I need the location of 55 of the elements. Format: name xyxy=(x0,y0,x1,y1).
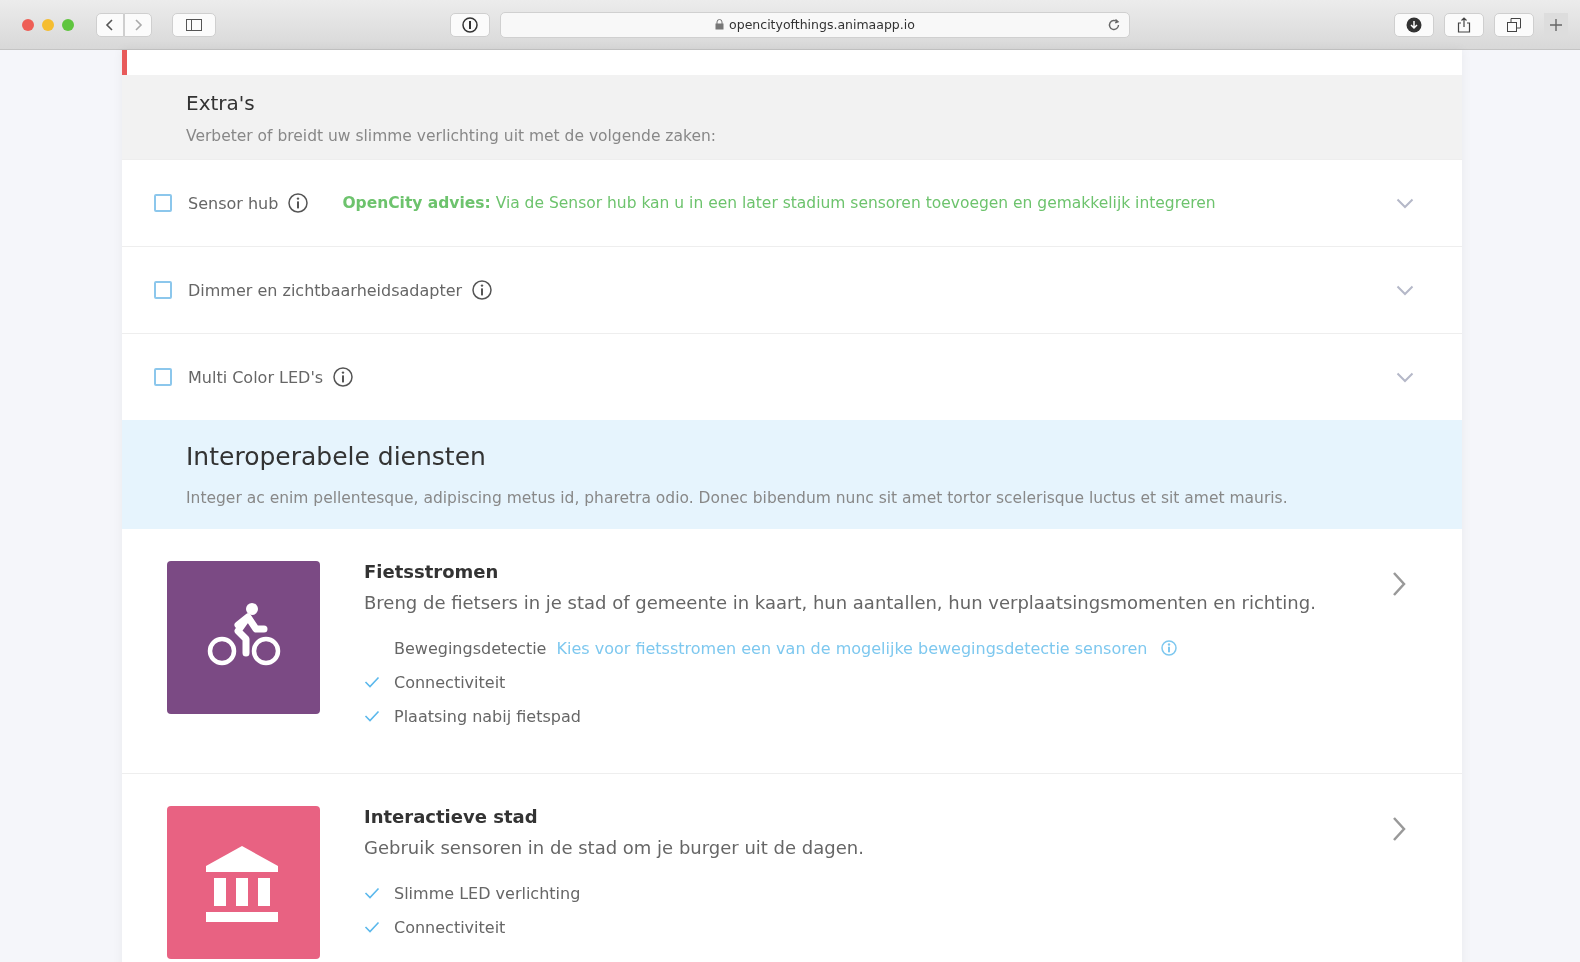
download-icon xyxy=(1406,16,1422,33)
info-icon[interactable] xyxy=(333,367,354,387)
check-icon xyxy=(364,676,380,688)
info-icon xyxy=(462,16,478,33)
back-icon xyxy=(105,17,115,32)
service-title: Fietsstromen xyxy=(364,561,500,582)
check-icon xyxy=(364,710,380,722)
service-description: Gebruik sensoren in de stad om je burger uit de dagen. xyxy=(364,837,865,858)
chevron-right-icon[interactable] xyxy=(1392,571,1406,597)
section-subtitle: Integer ac enim pellentesque, adipiscing metus id, pharetra odio. Donec bibendum nunc sit amet tortor scelerisque luctus et sit amet mauris. xyxy=(186,489,1289,507)
share-button[interactable] xyxy=(1444,12,1484,37)
option-label: Sensor hub xyxy=(188,193,279,213)
chevron-down-icon[interactable] xyxy=(1396,371,1414,383)
url-text: opencityofthings.animaapp.io xyxy=(729,17,915,32)
option-label: Multi Color LED's xyxy=(188,367,324,387)
feature-label: Connectiviteit xyxy=(394,917,506,937)
info-icon[interactable] xyxy=(288,193,309,213)
back-button[interactable] xyxy=(96,12,124,37)
checkbox[interactable] xyxy=(154,368,172,386)
check-icon xyxy=(364,887,380,899)
feature-label: Slimme LED verlichting xyxy=(394,883,581,903)
checkbox[interactable] xyxy=(154,194,172,212)
window-control-icon[interactable] xyxy=(62,18,74,31)
tabs-icon xyxy=(1507,17,1521,32)
chevron-down-icon[interactable] xyxy=(1396,284,1414,296)
service-title: Interactieve stad xyxy=(364,806,539,827)
section-subtitle: Verbeter of breidt uw slimme verlichting uit met de volgende zaken: xyxy=(186,127,717,145)
option-label: Dimmer en zichtbaarheidsadapter xyxy=(188,280,463,300)
feature-label: Plaatsing nabij fietspad xyxy=(394,706,581,726)
forward-button[interactable] xyxy=(124,12,152,37)
chevron-right-icon[interactable] xyxy=(1392,816,1406,842)
share-icon xyxy=(1457,16,1471,33)
section-title: Interoperabele diensten xyxy=(186,442,487,471)
section-title: Extra's xyxy=(186,91,256,115)
advice-text: OpenCity advies: Via de Sensor hub kan u in een later stadium sensoren toevoegen en gemakkelijk integreren xyxy=(342,194,1216,212)
checkbox[interactable] xyxy=(154,281,172,299)
service-description: Breng de fietsers in je stad of gemeente in kaart, hun aantallen, hun verplaatsingsmomenten en richting. xyxy=(364,592,1317,613)
chevron-down-icon[interactable] xyxy=(1396,197,1414,209)
info-icon[interactable] xyxy=(472,280,493,300)
service-card[interactable]: Interactieve stad Gebruik sensoren in de stad om je burger uit de dagen. Slimme LED verlichting Connectiviteit xyxy=(122,774,1462,962)
accent-bar xyxy=(122,50,127,75)
feature-label: Connectiviteit xyxy=(394,672,506,692)
forward-icon xyxy=(133,17,143,32)
address-bar[interactable]: opencityofthings.animaapp.io xyxy=(500,11,1130,38)
window-control-icon[interactable] xyxy=(22,18,34,31)
plus-icon xyxy=(1550,18,1562,31)
sidebar-button[interactable] xyxy=(172,12,216,37)
sidebar-icon xyxy=(186,18,202,31)
check-icon xyxy=(364,921,380,933)
tabs-button[interactable] xyxy=(1494,12,1534,37)
reload-icon[interactable] xyxy=(1107,17,1121,32)
password-button[interactable] xyxy=(450,12,490,37)
lock-icon xyxy=(715,19,725,30)
download-button[interactable] xyxy=(1394,12,1434,37)
feature-label: Bewegingsdetectie xyxy=(394,638,547,658)
